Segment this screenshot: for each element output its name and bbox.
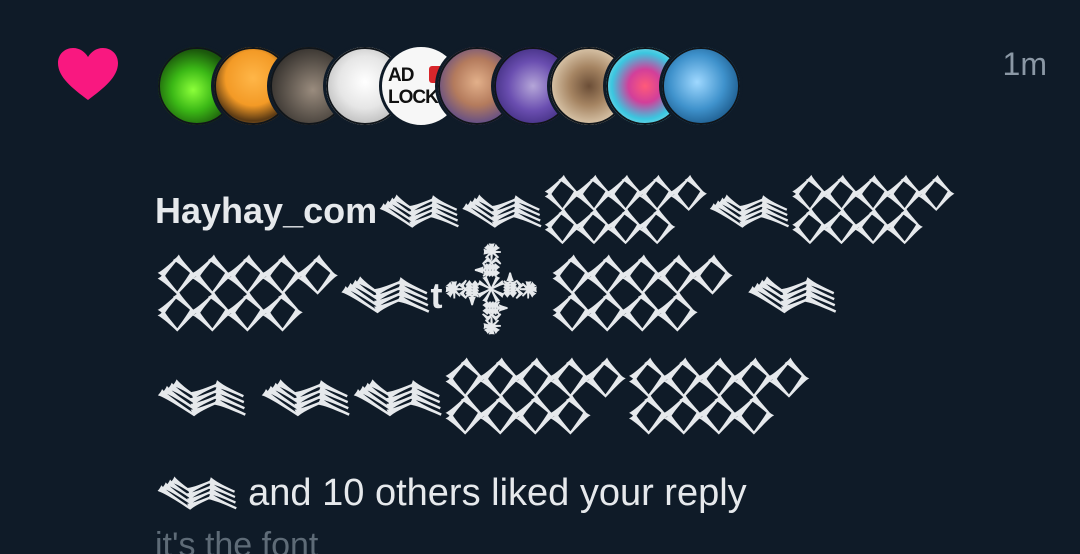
username[interactable]: Hayhay_com	[155, 190, 377, 231]
reply-preview[interactable]: it's the font	[155, 526, 318, 554]
notification-text: 𒈝 and 10 others liked your reply	[155, 448, 747, 530]
liker-avatars: AD LOCK	[155, 42, 743, 130]
timestamp: 1m	[1002, 46, 1047, 82]
avatar[interactable]	[659, 44, 743, 128]
name-glyphs: 𒈝𒈝𒐫𒈝𒐫	[377, 191, 957, 232]
heart-icon	[58, 48, 118, 100]
name-glyphs: 𒀱 𒐫 𒈝	[442, 272, 839, 318]
notification-item[interactable]: AD LOCK 1m Hayhay_com𒈝𒈝𒐫𒈝𒐫 𒐫𒈝t𒀱 𒐫 𒈝 𒈝 𒈝𒈝𒐫…	[0, 0, 1080, 554]
name-glyphs: 𒈝 𒈝𒈝𒐫𒐫	[155, 375, 812, 421]
liker-name-line-3[interactable]: 𒈝 𒈝𒈝𒐫𒐫	[155, 347, 812, 439]
liker-name-line-1[interactable]: Hayhay_com𒈝𒈝𒐫𒈝𒐫	[155, 166, 957, 248]
name-letter: t	[430, 275, 443, 316]
action-text: and 10 others liked your reply	[237, 472, 747, 514]
name-glyphs: 𒐫𒈝	[155, 272, 432, 318]
name-glyphs: 𒈝	[155, 473, 240, 514]
liker-name-line-2[interactable]: 𒐫𒈝t𒀱 𒐫 𒈝	[155, 244, 839, 336]
